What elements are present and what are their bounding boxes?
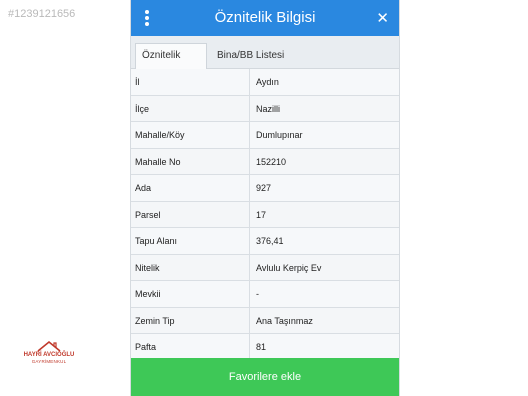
close-icon[interactable]: ✕	[376, 9, 389, 27]
listing-id: #1239121656	[8, 8, 76, 20]
watermark-subtitle: GAYRİMENKUL	[31, 359, 67, 364]
table-row: Zemin Tip Ana Taşınmaz	[131, 307, 399, 334]
row-value: -	[256, 289, 259, 299]
row-label: Ada	[135, 183, 152, 193]
row-value: 927	[256, 183, 272, 193]
row-label: Tapu Alanı	[135, 236, 178, 246]
row-label: Mahalle/Köy	[135, 130, 185, 140]
add-to-favorites-button[interactable]: Favorilere ekle	[131, 358, 399, 396]
row-value: Ana Taşınmaz	[256, 315, 313, 326]
table-row: Mevkii -	[131, 281, 399, 308]
row-value: 376,41	[256, 236, 284, 246]
row-label: Mevkii	[135, 289, 161, 299]
tab-building-list[interactable]: Bina/BB Listesi	[211, 44, 290, 68]
table-row: Tapu Alanı 376,41	[131, 228, 399, 255]
house-icon	[37, 340, 61, 352]
row-label: Pafta	[135, 342, 157, 352]
table-row: Ada 927	[131, 175, 399, 202]
table-row: Pafta 81	[131, 334, 399, 361]
row-value: 152210	[256, 156, 287, 167]
table-row: Mahalle No 152210	[131, 148, 399, 175]
row-value: Aydın	[256, 77, 279, 87]
tab-attribute-info[interactable]: Öznitelik Bilgisi	[135, 43, 207, 85]
row-value: Avlulu Kerpiç Ev	[256, 262, 322, 273]
table-row: İlçe Nazilli	[131, 95, 399, 122]
row-label: İl	[135, 77, 140, 87]
table-row: Parsel 17	[131, 201, 399, 228]
attribute-panel: Öznitelik Bilgisi ✕ Öznitelik Bilgisi Bi…	[131, 0, 399, 396]
agency-logo-watermark: HAYRİ AVCIOĞLU GAYRİMENKUL	[18, 340, 80, 365]
watermark-name: HAYRİ AVCIOĞLU	[23, 352, 75, 358]
tab-bar: Öznitelik Bilgisi Bina/BB Listesi	[131, 36, 399, 85]
row-value: 81	[256, 342, 267, 352]
row-label: İlçe	[135, 103, 150, 114]
row-value: 17	[256, 209, 267, 220]
panel-header: Öznitelik Bilgisi ✕	[131, 0, 399, 36]
row-value: Nazilli	[256, 103, 281, 114]
row-label: Nitelik	[135, 262, 160, 273]
table-row: Mahalle/Köy Dumlupınar	[131, 122, 399, 149]
table-row: Nitelik Avlulu Kerpiç Ev	[131, 254, 399, 281]
row-value: Dumlupınar	[256, 130, 303, 140]
row-label: Parsel	[135, 209, 161, 220]
attribute-table: İl Aydın İlçe Nazilli Mahalle/Köy Dumlup…	[131, 69, 399, 361]
row-label: Zemin Tip	[135, 315, 175, 326]
table-row: İl Aydın	[131, 69, 399, 96]
row-label: Mahalle No	[135, 156, 181, 167]
panel-title: Öznitelik Bilgisi	[214, 9, 316, 26]
